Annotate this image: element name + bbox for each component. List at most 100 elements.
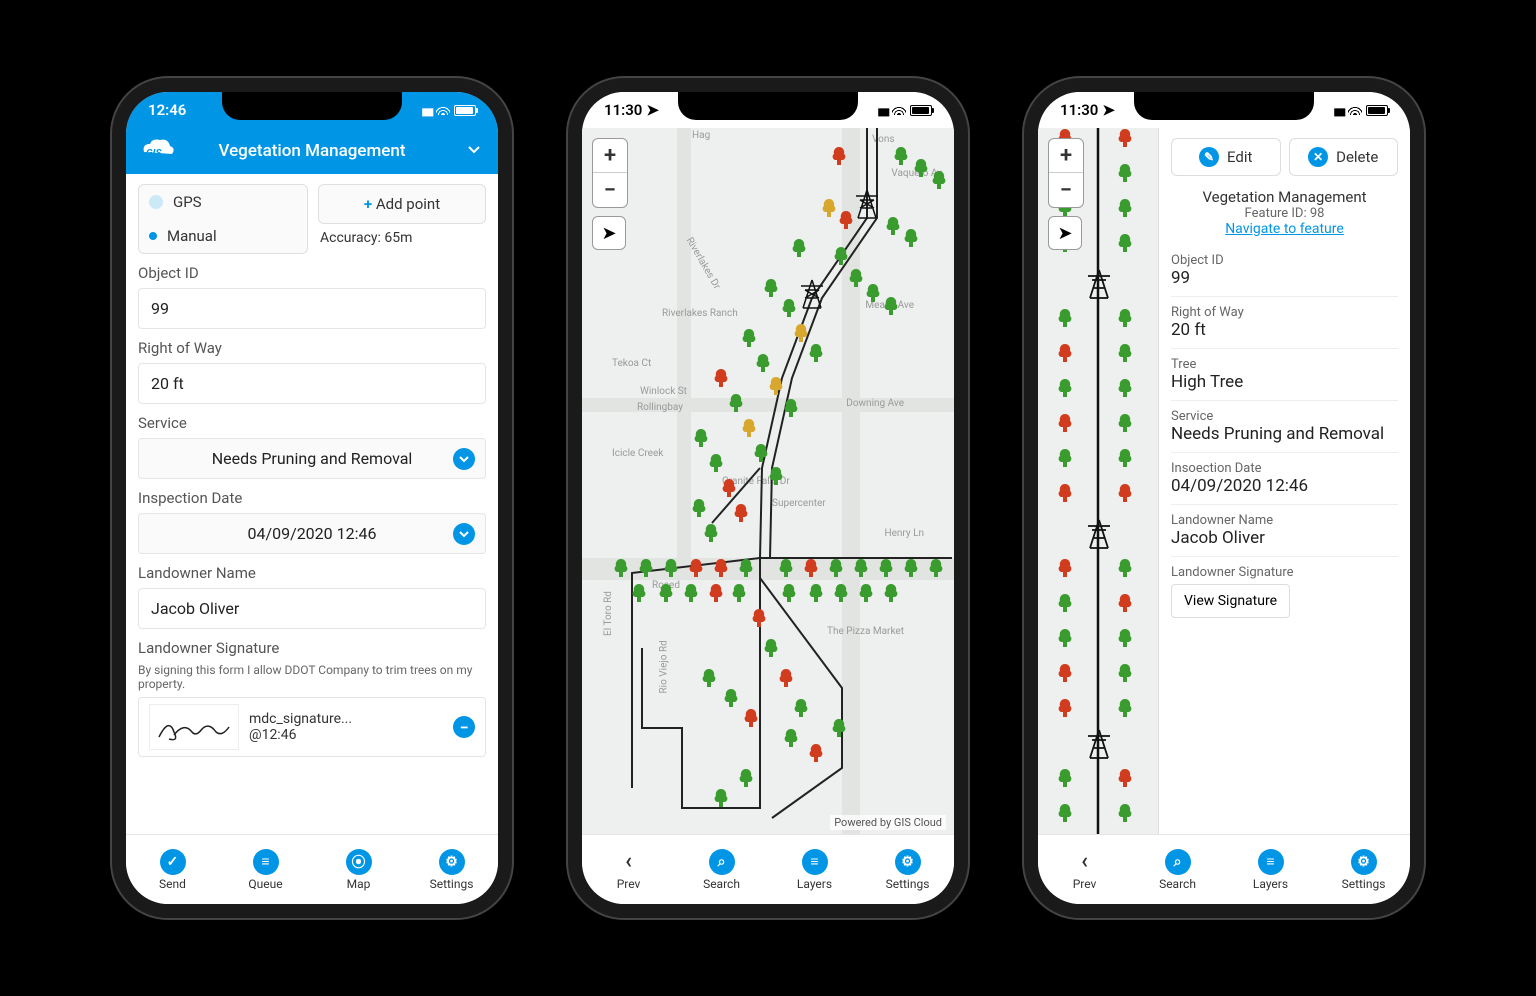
input-right-of-way[interactable] bbox=[138, 363, 486, 404]
tree-icon bbox=[902, 228, 920, 248]
zoom-in-button[interactable]: + bbox=[1049, 139, 1083, 173]
svg-text:GIS: GIS bbox=[146, 148, 162, 159]
tree-icon bbox=[1116, 698, 1134, 718]
signature-filename: mdc_signature... @12:46 bbox=[249, 711, 443, 743]
tree-icon bbox=[930, 170, 948, 190]
nav-prev[interactable]: ‹Prev bbox=[1038, 835, 1131, 904]
pencil-icon: ✎ bbox=[1199, 147, 1219, 167]
mode-gps[interactable]: GPS bbox=[139, 185, 307, 219]
tree-icon bbox=[1056, 378, 1074, 398]
mode-selector: GPS Manual bbox=[138, 184, 308, 254]
label-landowner-signature: Landowner Signature bbox=[138, 639, 486, 657]
nav-send[interactable]: ✓Send bbox=[126, 835, 219, 904]
header-title: Vegetation Management bbox=[218, 141, 405, 161]
view-signature-button[interactable]: View Signature bbox=[1171, 584, 1290, 618]
tree-icon bbox=[754, 353, 772, 373]
tree-icon bbox=[712, 558, 730, 578]
tree-icon bbox=[847, 268, 865, 288]
chevron-down-icon bbox=[453, 523, 475, 545]
x-icon: ✕ bbox=[1308, 147, 1328, 167]
wifi-icon bbox=[436, 101, 450, 119]
tree-icon bbox=[1056, 308, 1074, 328]
accuracy-text: Accuracy: 65m bbox=[318, 224, 486, 252]
select-inspection-date[interactable]: 04/09/2020 12:46 bbox=[138, 513, 486, 554]
nav-settings[interactable]: ⚙Settings bbox=[405, 835, 498, 904]
tree-icon bbox=[1116, 378, 1134, 398]
label-object-id: Object ID bbox=[138, 264, 486, 282]
phone-form: 12:46 GIS Vegetation Management GPS Man bbox=[112, 78, 512, 918]
signal-icon bbox=[1333, 101, 1344, 119]
nav-layers[interactable]: ≡Layers bbox=[1224, 835, 1317, 904]
tree-icon bbox=[662, 558, 680, 578]
add-point-button[interactable]: + Add point bbox=[318, 184, 486, 224]
label-inspection-date: Inspection Date bbox=[138, 489, 486, 507]
tree-icon bbox=[780, 583, 798, 603]
tree-icon bbox=[740, 328, 758, 348]
tree-icon bbox=[1056, 483, 1074, 503]
tree-icon bbox=[737, 768, 755, 788]
nav-layers[interactable]: ≡Layers bbox=[768, 835, 861, 904]
tree-icon bbox=[1116, 803, 1134, 823]
map-strip[interactable]: + − ➤ bbox=[1038, 128, 1158, 834]
notch bbox=[222, 92, 402, 120]
tree-icon bbox=[852, 558, 870, 578]
wifi-icon bbox=[1348, 101, 1362, 119]
tree-icon bbox=[740, 418, 758, 438]
tree-icon bbox=[884, 216, 902, 236]
nav-search[interactable]: ⌕Search bbox=[675, 835, 768, 904]
tree-icon bbox=[1056, 413, 1074, 433]
tree-icon bbox=[777, 668, 795, 688]
form-body: GPS Manual + Add point Accuracy: 65m Obj… bbox=[126, 174, 498, 834]
transmission-tower-icon bbox=[852, 188, 882, 222]
tree-icon bbox=[1056, 593, 1074, 613]
zoom-in-button[interactable]: + bbox=[593, 139, 627, 173]
tree-icon bbox=[1116, 163, 1134, 183]
zoom-out-button[interactable]: − bbox=[593, 173, 627, 207]
remove-signature-button[interactable]: − bbox=[453, 716, 475, 738]
battery-icon bbox=[1366, 105, 1388, 116]
nav-prev[interactable]: ‹Prev bbox=[582, 835, 675, 904]
chevron-down-icon[interactable] bbox=[466, 141, 482, 162]
tree-icon bbox=[1116, 593, 1134, 613]
input-landowner-name[interactable] bbox=[138, 588, 486, 629]
row-service: ServiceNeeds Pruning and Removal bbox=[1171, 401, 1398, 453]
bottom-nav: ‹Prev ⌕Search ≡Layers ⚙Settings bbox=[582, 834, 954, 904]
layers-icon: ≡ bbox=[802, 849, 828, 875]
input-object-id[interactable] bbox=[138, 288, 486, 329]
select-service[interactable]: Needs Pruning and Removal bbox=[138, 438, 486, 479]
locate-button[interactable]: ➤ bbox=[1048, 216, 1082, 250]
tree-icon bbox=[1116, 413, 1134, 433]
edit-button[interactable]: ✎Edit bbox=[1171, 138, 1281, 176]
tree-icon bbox=[1116, 663, 1134, 683]
signature-disclaimer: By signing this form I allow DDOT Compan… bbox=[138, 663, 486, 691]
nav-queue[interactable]: ≡Queue bbox=[219, 835, 312, 904]
delete-button[interactable]: ✕Delete bbox=[1289, 138, 1399, 176]
zoom-control: + − bbox=[1048, 138, 1084, 208]
tree-icon bbox=[720, 478, 738, 498]
tree-icon bbox=[892, 146, 910, 166]
status-time: 11:30 bbox=[1060, 101, 1098, 119]
tree-icon bbox=[1056, 698, 1074, 718]
zoom-out-button[interactable]: − bbox=[1049, 173, 1083, 207]
signal-icon bbox=[421, 101, 432, 119]
navigate-link[interactable]: Navigate to feature bbox=[1171, 221, 1398, 237]
tree-icon bbox=[882, 296, 900, 316]
tree-icon bbox=[807, 343, 825, 363]
tree-icon bbox=[782, 728, 800, 748]
locate-button[interactable]: ➤ bbox=[592, 216, 626, 250]
nav-search[interactable]: ⌕Search bbox=[1131, 835, 1224, 904]
signature-preview-icon[interactable] bbox=[149, 704, 239, 750]
nav-settings[interactable]: ⚙Settings bbox=[1317, 835, 1410, 904]
map-canvas[interactable]: Hag Vons Vaquero Av Riverlakes Dr Riverl… bbox=[582, 128, 954, 834]
nav-settings[interactable]: ⚙Settings bbox=[861, 835, 954, 904]
battery-icon bbox=[454, 105, 476, 116]
feature-panel: ✎Edit ✕Delete Vegetation Management Feat… bbox=[1158, 128, 1410, 834]
tree-icon bbox=[827, 558, 845, 578]
tree-icon bbox=[612, 558, 630, 578]
mode-manual[interactable]: Manual bbox=[139, 219, 307, 253]
gear-icon: ⚙ bbox=[1351, 849, 1377, 875]
nav-map[interactable]: ⦿Map bbox=[312, 835, 405, 904]
tree-icon bbox=[820, 198, 838, 218]
feature-id: Feature ID: 98 bbox=[1171, 206, 1398, 221]
status-time: 12:46 bbox=[148, 101, 186, 119]
